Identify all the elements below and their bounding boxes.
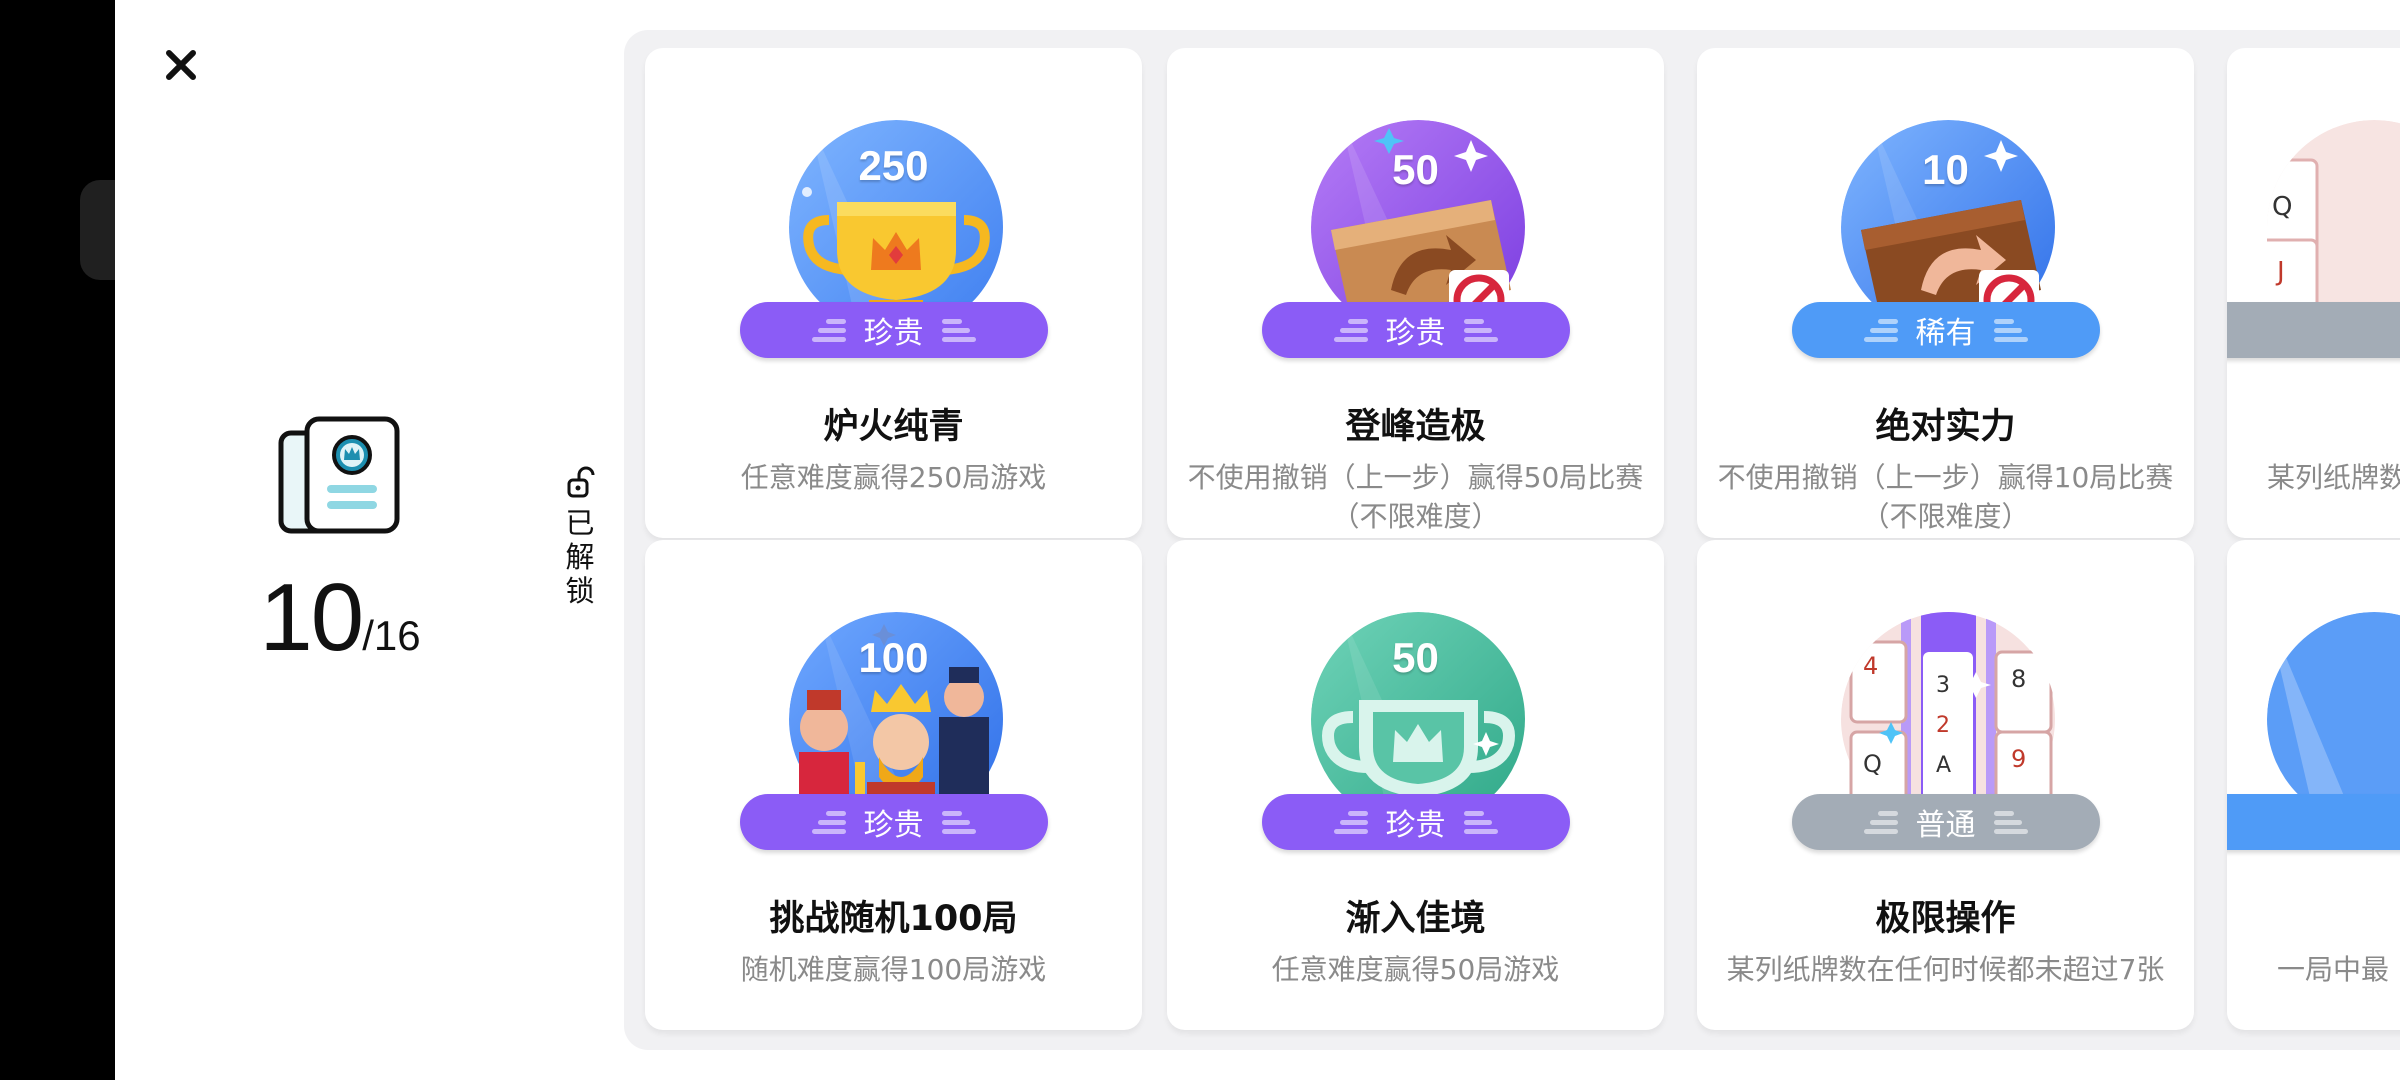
svg-text:2: 2 [1936, 713, 1950, 738]
rarity-decoration [1463, 810, 1498, 834]
rarity-tag: 珍贵 [1261, 302, 1570, 358]
total-count: /16 [362, 612, 421, 659]
unlocked-count: 10 [259, 564, 364, 671]
svg-text:J: J [2275, 257, 2285, 287]
achievement-card[interactable]: 一局中最 [2227, 540, 2400, 1030]
svg-text:8: 8 [2011, 665, 2026, 693]
achievement-description: 不使用撤销（上一步）赢得10局比赛（不限难度） [1717, 461, 2174, 533]
rarity-decoration [1333, 318, 1368, 342]
blue-badge-icon [2267, 612, 2400, 802]
achievement-description: 任意难度赢得50局游戏 [1271, 953, 1560, 986]
playing-cards-icon: 4 Q 3 2 A 8 9 [1840, 612, 2056, 802]
rarity-tag: 珍贵 [739, 794, 1048, 850]
badge-number: 250 [858, 142, 929, 189]
svg-text:A: A [1936, 753, 1951, 778]
achievement-progress: 10/16 [240, 415, 440, 673]
achievement-title: 极限操作 [1875, 899, 2016, 939]
unlock-label-text: 已解锁 [565, 506, 595, 608]
close-icon [166, 50, 196, 80]
rarity-label: 稀有 [1915, 316, 1976, 351]
left-edge [0, 0, 115, 1080]
rarity-decoration [1333, 810, 1368, 834]
rarity-decoration [1863, 810, 1898, 834]
svg-text:4: 4 [1863, 652, 1878, 680]
achievement-title: 登峰造极 [1345, 407, 1486, 447]
achievement-description: 不使用撤销（上一步）赢得50局比赛（不限难度） [1187, 461, 1644, 533]
achievement-title: 绝对实力 [1875, 407, 2016, 447]
cards-icon: Q J [2267, 120, 2400, 310]
rarity-tag: 稀有 [1791, 302, 2100, 358]
achievement-title: 挑战随机100局 [769, 899, 1018, 939]
achievement-cards-icon [275, 415, 405, 535]
achievement-card[interactable]: 10 稀有 绝对实力 不使用撤销（上一步）赢得10局比赛（不限难度） [1697, 48, 2194, 538]
rarity-decoration [811, 810, 846, 834]
rarity-tag: 珍贵 [1261, 794, 1570, 850]
achievement-card[interactable]: 100 珍贵 挑战随机100局 随机难度赢得100局游戏 [645, 540, 1142, 1030]
badge-number: 10 [1922, 146, 1969, 193]
progress-count: 10/16 [240, 563, 440, 673]
svg-text:9: 9 [2011, 745, 2026, 773]
achievement-card[interactable]: 4 Q 3 2 A 8 9 普通 极限操作 某列纸牌数在任何时候都未超过7张 [1697, 540, 2194, 1030]
achievement-description: 一局中最 [2277, 953, 2390, 986]
rarity-label: 珍贵 [1385, 316, 1446, 351]
rarity-decoration [1993, 318, 2028, 342]
svg-text:Q: Q [2272, 192, 2292, 222]
svg-text:Q: Q [1863, 750, 1882, 778]
achievement-card[interactable]: Q J 某列纸牌数 [2227, 48, 2400, 538]
unlocked-filter-label[interactable]: 已解锁 [562, 466, 598, 608]
achievement-description: 某列纸牌数 [2267, 461, 2400, 494]
rarity-tag: 珍贵 [739, 302, 1048, 358]
achievement-card[interactable]: 50 珍贵 渐入佳境 任意难度赢得50局游戏 [1167, 540, 1664, 1030]
rarity-label: 珍贵 [863, 808, 924, 843]
rarity-tag [2227, 794, 2400, 850]
achievement-card[interactable]: 250 珍贵 炉火纯青 任意难度赢得250局游戏 [645, 48, 1142, 538]
rarity-tag: 普通 [1791, 794, 2100, 850]
badge-number: 50 [1392, 634, 1439, 681]
rarity-decoration [1993, 810, 2028, 834]
rarity-decoration [1463, 318, 1498, 342]
rarity-tag [2227, 302, 2400, 358]
badge-number: 100 [858, 634, 929, 681]
achievement-card[interactable]: 50 珍贵 登峰造极 不使用撤销（上一步）赢得50局比赛（不限难度） [1167, 48, 1664, 538]
rarity-decoration [941, 810, 976, 834]
background-element [80, 180, 120, 280]
achievement-description: 任意难度赢得250局游戏 [740, 461, 1047, 494]
achievement-title: 渐入佳境 [1345, 899, 1486, 939]
svg-text:3: 3 [1936, 673, 1950, 698]
close-button[interactable] [158, 42, 204, 88]
achievement-description: 某列纸牌数在任何时候都未超过7张 [1726, 953, 2165, 986]
rarity-decoration [1863, 318, 1898, 342]
unlock-icon [567, 466, 595, 498]
rarity-label: 珍贵 [863, 316, 924, 351]
achievement-title: 炉火纯青 [823, 407, 964, 447]
rarity-label: 珍贵 [1385, 808, 1446, 843]
rarity-decoration [811, 318, 846, 342]
badge-number: 50 [1392, 146, 1439, 193]
rarity-label: 普通 [1915, 808, 1976, 843]
achievement-description: 随机难度赢得100局游戏 [740, 953, 1047, 986]
rarity-decoration [941, 318, 976, 342]
